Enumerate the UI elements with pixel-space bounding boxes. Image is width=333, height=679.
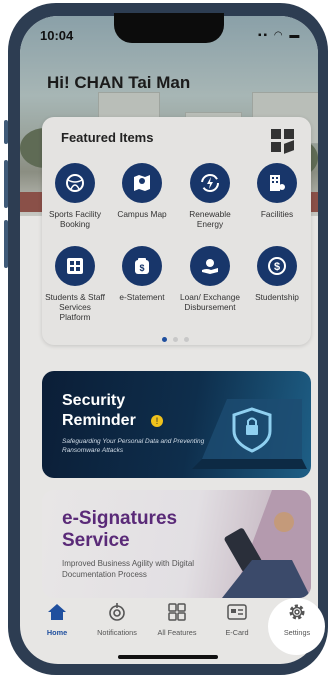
page-dot [184, 337, 189, 342]
e-signatures-banner[interactable]: e-Signatures Service Improved Business A… [42, 490, 311, 598]
all-features-icon [147, 600, 207, 624]
tab-label: Settings [283, 628, 311, 637]
status-icons: ▪▪ ◠ ▬ [258, 30, 301, 41]
featured-item-facilities[interactable]: Facilities [245, 163, 309, 219]
page-dot-active [162, 337, 167, 342]
e-signatures-title: e-Signatures Service [62, 508, 178, 551]
tab-label: All Features [157, 628, 197, 637]
tab-all-features[interactable]: All Features [147, 600, 207, 637]
loan-icon [190, 246, 230, 286]
gear-icon [267, 600, 327, 624]
warning-icon: ! [151, 415, 163, 427]
wifi-icon: ◠ [273, 30, 285, 41]
featured-item-label: Facilities [260, 209, 294, 219]
status-time: 10:04 [40, 28, 74, 43]
featured-item-studentship[interactable]: $ Studentship [245, 246, 309, 302]
home-icon [27, 600, 87, 624]
featured-item-loan-exchange[interactable]: Loan/ Exchange Disbursement [178, 246, 242, 312]
tab-e-card[interactable]: E-Card [207, 600, 267, 637]
e-signatures-subtitle: Improved Business Agility with Digital D… [62, 559, 195, 579]
featured-item-label: Loan/ Exchange Disbursement [180, 292, 240, 312]
featured-item-services-platform[interactable]: Students & Staff Services Platform [43, 246, 107, 322]
security-reminder-title: Security Reminder [62, 392, 136, 429]
laptop-shield-illustration [192, 399, 307, 469]
services-icon [55, 246, 95, 286]
battery-icon: ▬ [289, 30, 302, 41]
signal-icon: ▪▪ [258, 30, 270, 41]
page-indicator[interactable] [162, 329, 195, 347]
page-dot [173, 337, 178, 342]
svg-text:$: $ [139, 263, 144, 273]
building-icon [257, 163, 297, 203]
featured-item-campus-map[interactable]: Campus Map [110, 163, 174, 219]
tab-home[interactable]: Home [27, 600, 87, 637]
tab-label: Notifications [97, 628, 137, 637]
featured-items-title: Featured Items [61, 130, 154, 145]
home-indicator [118, 655, 218, 659]
dollar-icon: $ [257, 246, 297, 286]
bottom-tab-bar: Home Notifications All Features E-Card S… [12, 600, 310, 648]
featured-item-renewable-energy[interactable]: Renewable Energy [178, 163, 242, 229]
tab-label: E-Card [225, 628, 249, 637]
featured-item-e-statement[interactable]: $ e-Statement [110, 246, 174, 302]
tab-label: Home [46, 628, 68, 637]
e-card-icon [207, 600, 267, 624]
tab-settings[interactable]: Settings [267, 600, 327, 637]
featured-item-label: Sports Facility Booking [48, 209, 102, 229]
featured-item-label: Campus Map [117, 209, 167, 219]
featured-item-label: Renewable Energy [189, 209, 231, 229]
greeting-title: Hi! CHAN Tai Man [47, 73, 191, 92]
featured-item-label: e-Statement [119, 292, 165, 302]
wallet-icon: $ [122, 246, 162, 286]
featured-item-label: Studentship [255, 292, 299, 302]
security-reminder-subtitle: Safeguarding Your Personal Data and Prev… [62, 438, 205, 454]
energy-icon [190, 163, 230, 203]
featured-item-sports-facility[interactable]: Sports Facility Booking [43, 163, 107, 229]
svg-text:$: $ [274, 261, 280, 273]
grid-view-icon[interactable] [271, 129, 295, 154]
featured-item-label: Students & Staff Services Platform [45, 292, 105, 322]
tablet-signing-illustration [222, 490, 311, 598]
camera-notch [114, 13, 224, 43]
sports-icon [55, 163, 95, 203]
notification-icon [87, 600, 147, 624]
map-icon [122, 163, 162, 203]
tab-notifications[interactable]: Notifications [87, 600, 147, 637]
security-reminder-banner[interactable]: Security Reminder ! Safeguarding Your Pe… [42, 371, 311, 478]
featured-items-card: Featured Items Sports Facility Booking C… [42, 117, 311, 345]
